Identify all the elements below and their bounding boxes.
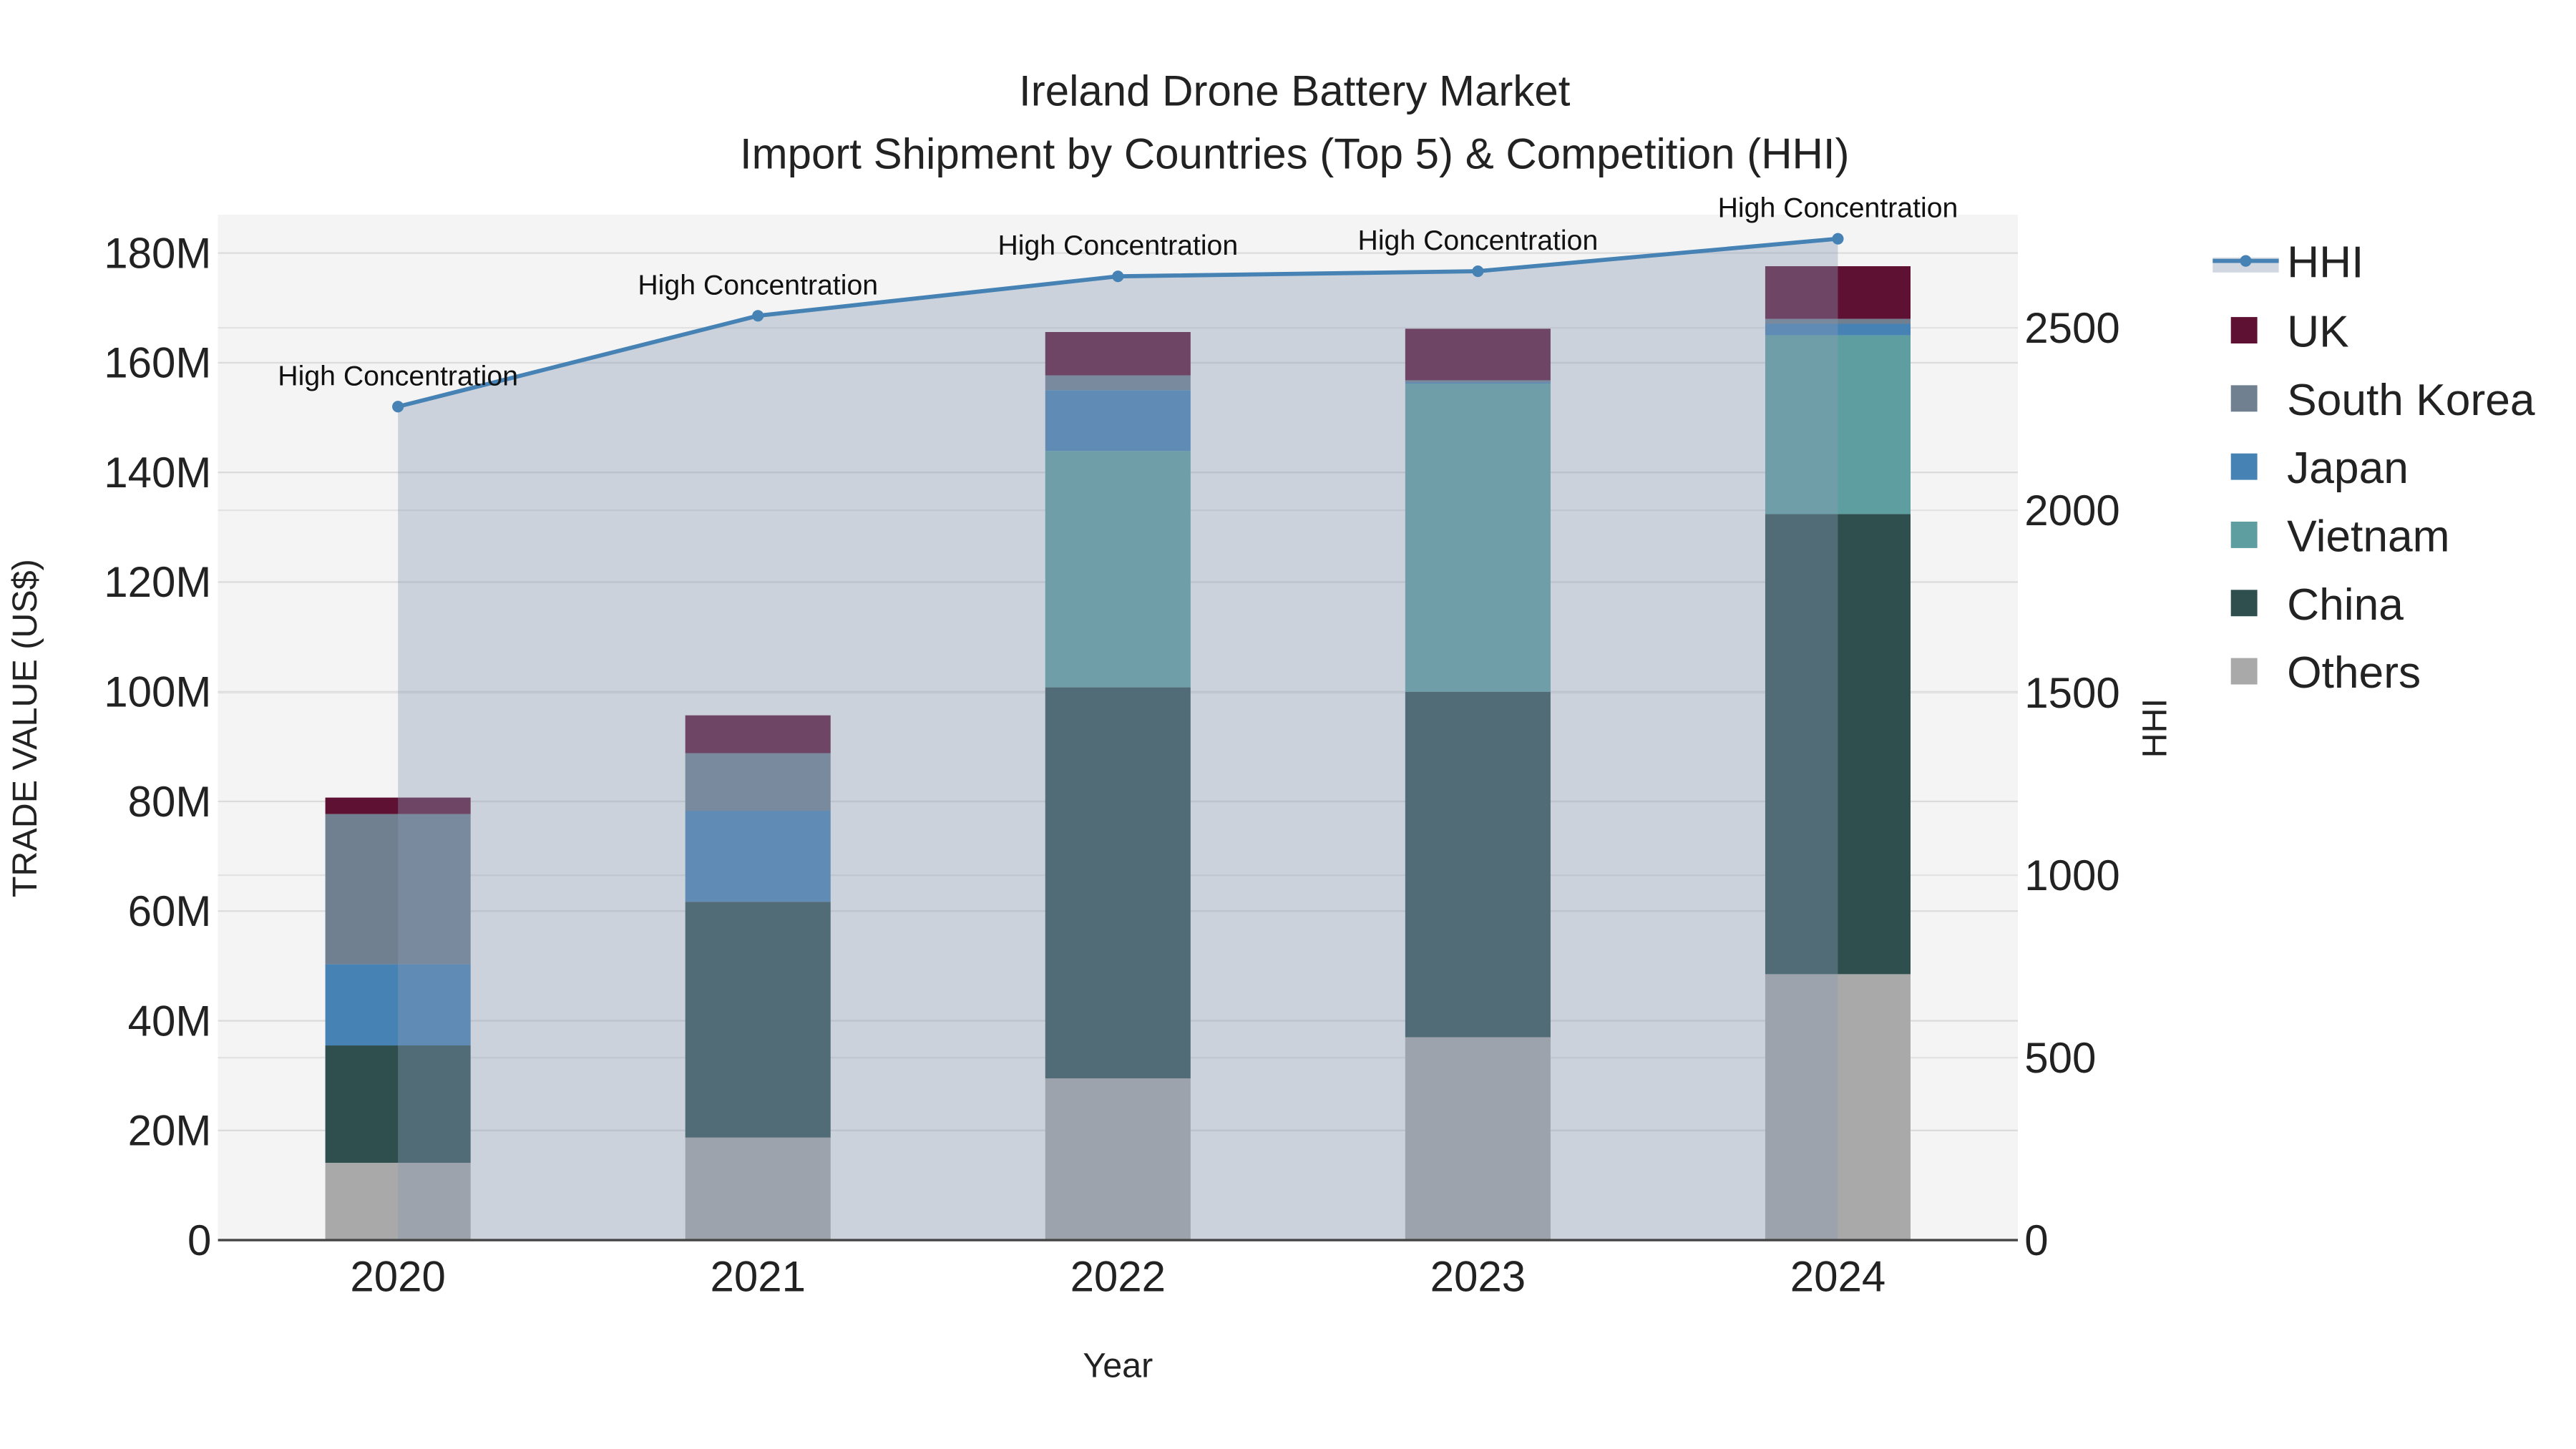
legend-swatch-south-korea [2230,385,2258,412]
y2-tick-label: 1500 [2024,669,2119,717]
hhi-annotation: High Concentration [1358,225,1599,256]
hhi-point-2022 [1112,270,1124,283]
legend-label-hhi: HHI [2287,238,2363,288]
legend-swatch-others [2230,658,2258,685]
y-axis-ticks: 0 20M 40M 60M 80M 100M 120M 140M 160M 180M [104,229,211,1264]
legend-swatch-japan [2230,453,2258,480]
hhi-point-2021 [752,310,764,322]
chart-subtitle: Import Shipment by Countries (Top 5) & C… [740,130,1850,177]
y2-tick-label: 2500 [2024,304,2119,352]
y-tick-label: 120M [104,558,211,606]
y-tick-label: 80M [128,778,212,826]
legend-swatch-uk [2230,317,2258,343]
y2-tick-label: 2000 [2024,487,2119,535]
hhi-point-2023 [1472,265,1484,278]
y-tick-label: 100M [104,668,211,716]
hhi-annotation: High Concentration [997,230,1238,261]
legend-label-vietnam: Vietnam [2287,512,2449,562]
hhi-area [398,238,1838,1241]
hhi-annotation: High Concentration [638,269,878,301]
hhi-annotation: High Concentration [278,360,518,391]
hhi-point-2020 [392,401,404,413]
y-tick-label: 20M [128,1107,212,1155]
legend-swatch-vietnam [2230,522,2258,548]
chart-title: Ireland Drone Battery Market [1019,67,1571,115]
legend-label-south-korea: South Korea [2287,376,2535,425]
chart: Ireland Drone Battery Market Import Ship… [6,67,2535,1385]
y-tick-label: 0 [187,1216,211,1264]
legend-label-china: China [2287,580,2404,630]
legend-label-japan: Japan [2287,444,2409,493]
hhi-point-2024 [1832,233,1844,245]
legend-label-others: Others [2287,648,2421,698]
x-tick-label: 2022 [1070,1253,1166,1301]
y2-axis-ticks: 0 500 1000 1500 2000 2500 [2024,304,2119,1264]
y2-tick-label: 500 [2024,1034,2096,1082]
x-tick-label: 2020 [350,1253,445,1301]
y2-tick-label: 0 [2024,1216,2048,1264]
x-tick-label: 2023 [1430,1253,1526,1301]
y-tick-label: 180M [104,229,211,277]
y2-tick-label: 1000 [2024,852,2119,899]
y2-axis-label: HHI [2136,698,2175,758]
x-axis-ticks: 2020 2021 2022 2023 2024 [350,1253,1885,1301]
y-axis-label: TRADE VALUE (US$) [6,559,44,897]
hhi-area-fill [398,238,1838,1241]
legend: HHI UK South Korea Japan Vietnam China Others [2212,238,2535,698]
legend-swatch-china [2230,590,2258,617]
hhi-annotation: High Concentration [1718,192,1958,224]
y-tick-label: 160M [104,339,211,387]
x-tick-label: 2021 [710,1253,805,1301]
legend-label-uk: UK [2287,308,2349,357]
y-tick-label: 140M [104,449,211,497]
legend-swatch-hhi-marker [2240,255,2252,267]
x-axis-label: Year [1083,1347,1153,1385]
y-tick-label: 40M [128,997,212,1045]
x-tick-label: 2024 [1790,1253,1885,1301]
y-tick-label: 60M [128,887,212,935]
